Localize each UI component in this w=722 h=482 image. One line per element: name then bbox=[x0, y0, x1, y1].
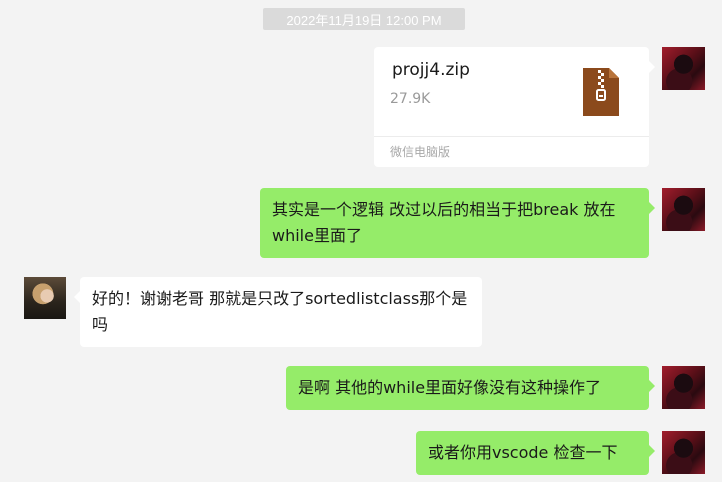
message-bubble-mine[interactable]: 是啊 其他的while里面好像没有这种操作了 bbox=[286, 366, 655, 410]
zip-file-icon bbox=[583, 68, 619, 116]
file-source-label: 微信电脑版 bbox=[374, 136, 649, 167]
my-avatar[interactable] bbox=[662, 366, 705, 409]
file-size: 27.9K bbox=[390, 91, 431, 107]
contact-avatar[interactable] bbox=[24, 277, 66, 319]
file-name: projj4.zip bbox=[392, 60, 470, 80]
my-avatar[interactable] bbox=[662, 47, 705, 90]
message-bubble-mine[interactable]: 其实是一个逻辑 改过以后的相当于把break 放在while里面了 bbox=[260, 188, 655, 258]
message-bubble-mine[interactable]: 或者你用vscode 检查一下 bbox=[416, 431, 655, 475]
message-bubble-contact[interactable]: 好的！谢谢老哥 那就是只改了sortedlistclass那个是吗 bbox=[74, 277, 482, 347]
my-avatar[interactable] bbox=[662, 431, 705, 474]
my-avatar[interactable] bbox=[662, 188, 705, 231]
file-message-card[interactable]: projj4.zip 27.9K 微信电脑版 bbox=[374, 47, 655, 167]
message-timestamp: 2022年11月19日 12:00 PM bbox=[263, 8, 465, 30]
